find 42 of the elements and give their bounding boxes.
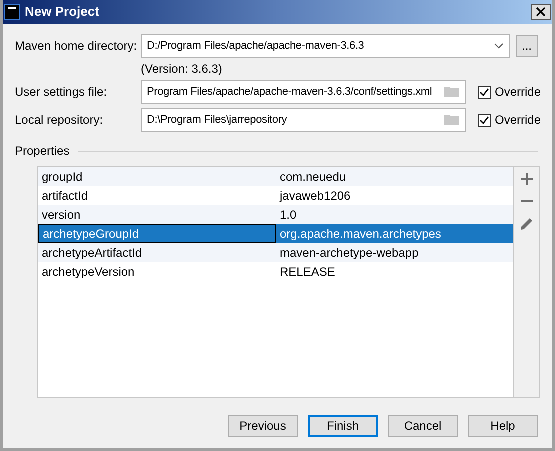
combo-box[interactable]: D:/Program Files/apache/apache-maven-3.6.3 — [141, 34, 510, 58]
table-cell-text: groupId — [41, 168, 84, 186]
dialog-button[interactable]: Help — [468, 415, 538, 437]
table-row[interactable]: archetypeArtifactId maven-archetype-webapp — [38, 243, 513, 262]
dialog-button[interactable]: Finish — [308, 415, 378, 437]
folder-icon — [444, 114, 460, 126]
dialog-button[interactable]: Previous — [228, 415, 298, 437]
table-row[interactable]: groupId com.neuedu — [38, 167, 513, 186]
path-field[interactable]: D:\Program Files\jarrepository — [141, 108, 466, 132]
version-note: (Version: 3.6.3) — [141, 61, 222, 78]
table-cell-text: com.neuedu — [279, 168, 348, 186]
table-cell-text: maven-archetype-webapp — [279, 244, 420, 262]
section-title: Properties — [15, 143, 70, 160]
dropdown-icon — [494, 43, 504, 49]
table-cell-text: archetypeArtifactId — [41, 244, 144, 262]
checkbox[interactable] — [478, 114, 491, 126]
table-row[interactable]: archetypeGroupId org.apache.maven.archetypes — [38, 224, 513, 243]
table-cell-text: RELEASE — [279, 264, 336, 280]
table-cell: archetypeGroupId — [38, 224, 276, 243]
add-icon[interactable] — [520, 173, 532, 185]
table-cell-text: 1.0 — [279, 206, 298, 224]
edit-icon[interactable] — [520, 217, 534, 231]
checkbox[interactable] — [478, 86, 491, 98]
table-cell-text: archetypeVersion — [41, 264, 136, 280]
path-field[interactable]: Program Files/apache/apache-maven-3.6.3/conf/settings.xml — [141, 80, 466, 104]
table-row[interactable]: version 1.0 — [38, 205, 513, 224]
field-label: User settings file: — [15, 84, 108, 101]
table-cell-text: org.apache.maven.archetypes — [279, 226, 442, 242]
close-button[interactable] — [531, 4, 551, 20]
close-icon — [536, 7, 546, 17]
folder-icon — [444, 86, 460, 98]
app-icon — [4, 4, 20, 20]
table-cell-text: artifactId — [41, 188, 90, 204]
field-label: Maven home directory: — [15, 38, 138, 55]
table-cell-text: javaweb1206 — [278, 188, 352, 204]
table-cell-text: version — [41, 206, 82, 224]
checkbox-label: Override — [495, 112, 542, 129]
browse-button[interactable]: ... — [516, 35, 538, 57]
window-title: New Project — [25, 3, 100, 22]
checkbox-label: Override — [495, 84, 542, 101]
dialog-button[interactable]: Cancel — [388, 415, 458, 437]
field-label: Local repository: — [15, 112, 104, 129]
